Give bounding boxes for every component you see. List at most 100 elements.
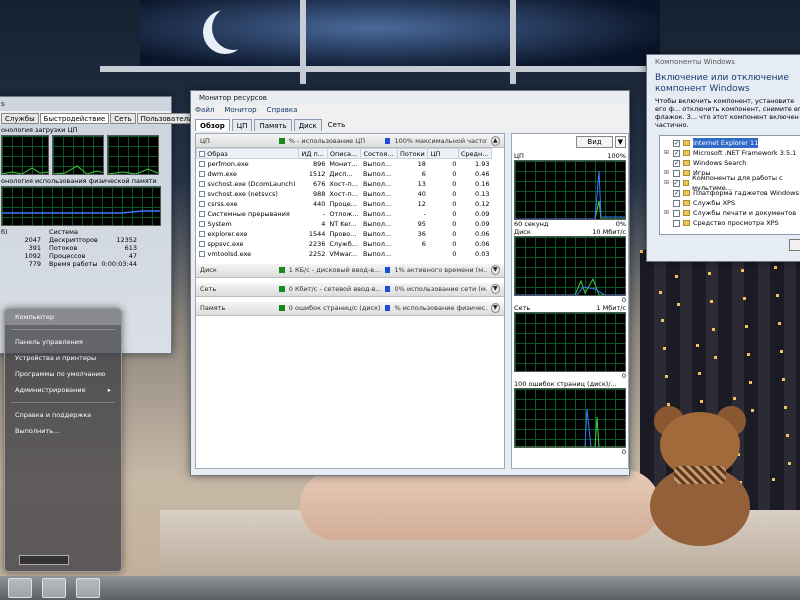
feature-checkbox[interactable] <box>673 209 680 217</box>
feature-item[interactable]: ⊞ ✓ Компоненты для работы с мультиме... <box>664 174 800 192</box>
view-button[interactable]: Вид <box>576 136 613 148</box>
process-checkbox[interactable] <box>198 160 205 167</box>
process-checkbox[interactable] <box>198 240 205 247</box>
feature-checkbox[interactable] <box>673 219 680 227</box>
feature-item[interactable]: ✓ Windows Search <box>664 158 800 168</box>
tab-performance[interactable]: Быстродействие <box>39 113 110 124</box>
process-threads: 40 <box>417 189 426 198</box>
chevron-down-icon[interactable]: ▼ <box>490 303 501 313</box>
feature-checkbox[interactable]: ✓ <box>673 139 680 147</box>
teddy-bear <box>640 400 760 550</box>
table-row[interactable]: explorer.exe 1544 Прово... Выпол... 36 0 0.06 <box>197 229 492 239</box>
process-label: Системные прерывания <box>207 209 290 218</box>
feature-checkbox[interactable]: ✓ <box>673 159 680 167</box>
process-name: svchost.exe (DcomLaunch) <box>197 179 299 189</box>
process-checkbox[interactable] <box>198 230 205 237</box>
memory-section-header[interactable]: Память 0 ошибок страниц/с (диск) % испол… <box>196 301 504 316</box>
feature-checkbox[interactable] <box>673 199 680 207</box>
feature-item[interactable]: Средство просмотра XPS <box>664 218 800 228</box>
graph-foot-right: 0 <box>621 296 626 304</box>
monitor-icon[interactable] <box>42 578 66 598</box>
tab-overview[interactable]: Обзор <box>195 119 230 131</box>
start-menu-item[interactable]: Программы по умолчанию <box>5 366 121 382</box>
disk-section-header[interactable]: Диск 1 КБ/с - дисковый ввод-в... 1% акти… <box>196 263 504 278</box>
table-row[interactable]: svchost.exe (DcomLaunch) 676 Хост-п... Выпо… <box>197 179 492 189</box>
tab-services[interactable]: Службы <box>1 113 39 124</box>
cpu-section-header[interactable]: ЦП % - использование ЦП 100% максимально… <box>196 134 504 148</box>
menu-monitor[interactable]: Монитор <box>224 105 256 116</box>
feature-item[interactable]: ✓ Internet Explorer 11 <box>664 138 800 148</box>
expand-icon[interactable]: ⊞ <box>664 168 670 178</box>
column-header[interactable]: ИД п... <box>298 148 328 159</box>
process-checkbox[interactable] <box>198 180 205 187</box>
expand-icon[interactable]: ⊞ <box>664 208 670 218</box>
start-menu-item[interactable]: Выполнить... <box>5 423 121 439</box>
feature-item[interactable]: ⊞ ✓ Microsoft .NET Framework 3.5.1 <box>664 148 800 158</box>
shutdown-button[interactable] <box>19 555 69 565</box>
feature-checkbox[interactable]: ✓ <box>673 149 680 157</box>
table-row[interactable]: Системные прерывания - Отлож... Выпол... -0 0… <box>197 209 492 219</box>
feature-item[interactable]: ✓ Платформа гаджетов Windows <box>664 188 800 198</box>
cpu-graph <box>107 135 159 175</box>
graph-foot-right: 0 <box>621 448 626 456</box>
menu-help[interactable]: Справка <box>267 105 298 116</box>
ok-button[interactable] <box>789 239 800 251</box>
process-checkbox[interactable] <box>198 220 205 227</box>
start-menu-item[interactable]: Справка и поддержка <box>5 407 121 423</box>
resource-monitor-window[interactable]: Монитор ресурсов Файл Монитор Справка Об… <box>190 90 630 476</box>
tab-network[interactable]: Сеть <box>110 113 136 124</box>
view-dropdown-icon[interactable]: ▼ <box>614 136 626 148</box>
media-icon[interactable] <box>76 578 100 598</box>
tab-users[interactable]: Пользователи <box>136 113 197 124</box>
feature-checkbox[interactable] <box>673 169 680 177</box>
process-checkbox[interactable] <box>198 200 205 207</box>
process-description: Хост-п... <box>329 189 358 198</box>
feature-item[interactable]: ⊞ Службы печати и документов <box>664 208 800 218</box>
tab-memory[interactable]: Память <box>254 119 292 131</box>
chevron-down-icon[interactable]: ▼ <box>490 284 501 294</box>
expand-icon[interactable]: ⊞ <box>664 178 670 188</box>
table-row[interactable]: vmtoolsd.exe 2252 VMwar... Выпол... 0 0.03 <box>197 249 492 259</box>
file-manager-icon[interactable] <box>8 578 32 598</box>
table-row[interactable]: sppsvc.exe 2236 Служб... Выпол... 6 0 0.06 <box>197 239 492 249</box>
chevron-down-icon[interactable]: ▼ <box>490 265 501 275</box>
table-row[interactable]: perfmon.exe 896 Монит... Выпол... 18 0 1.93 <box>197 159 492 169</box>
start-menu-item[interactable]: Панель управления <box>5 334 121 350</box>
tab-cpu[interactable]: ЦП <box>231 119 253 131</box>
tab-disk[interactable]: Диск <box>293 119 322 131</box>
city-light <box>714 356 717 359</box>
column-header[interactable]: Образ <box>195 148 300 159</box>
start-menu-item[interactable]: Компьютер <box>5 309 121 325</box>
process-checkbox[interactable] <box>198 190 205 197</box>
feature-checkbox[interactable]: ✓ <box>673 189 680 197</box>
column-header[interactable]: ЦП <box>427 148 459 159</box>
table-row[interactable]: csrss.exe 440 Проце... Выпол... 12 0 0.12 <box>197 199 492 209</box>
table-row[interactable]: svchost.exe (netsvcs) 988 Хост-п... Выпол..… <box>197 189 492 199</box>
process-checkbox[interactable] <box>198 170 205 177</box>
chevron-up-icon[interactable]: ▲ <box>490 135 501 146</box>
column-header[interactable]: Описа... <box>326 148 362 159</box>
start-menu-item[interactable]: Устройства и принтеры <box>5 350 121 366</box>
cpu-graph <box>1 135 49 175</box>
process-description: Отлож... <box>329 209 359 218</box>
section-stat: % использование физичес... <box>394 304 487 312</box>
tab-network[interactable]: Сеть <box>324 119 349 131</box>
menu-file[interactable]: Файл <box>195 105 214 116</box>
process-pid: 676 <box>312 179 326 188</box>
table-row[interactable]: dwm.exe 1512 Дисп... Выпол... 6 0 0.46 <box>197 169 492 179</box>
feature-item[interactable]: Службы XPS <box>664 198 800 208</box>
legs <box>300 470 660 540</box>
process-checkbox[interactable] <box>198 250 205 257</box>
table-row[interactable]: System 4 NT Ker... Выпол... 95 0 0.09 <box>197 219 492 229</box>
windows-features-dialog[interactable]: Компоненты Windows Включение или отключе… <box>646 54 800 262</box>
feature-checkbox[interactable]: ✓ <box>672 179 680 187</box>
expand-icon[interactable]: ⊞ <box>664 148 670 158</box>
column-header[interactable]: Состоя... <box>360 148 398 159</box>
process-checkbox[interactable] <box>198 210 205 217</box>
column-header[interactable]: Средн... <box>457 148 493 159</box>
resource-monitor-title: Монитор ресурсов <box>191 91 629 105</box>
start-menu-item[interactable]: Администрирование ▸ <box>5 382 121 398</box>
column-header[interactable]: Потоки <box>396 148 429 159</box>
network-section-header[interactable]: Сеть 0 Кбит/с - сетевой ввод-в... 0% исп… <box>196 282 504 297</box>
select-all-checkbox[interactable] <box>199 150 205 157</box>
